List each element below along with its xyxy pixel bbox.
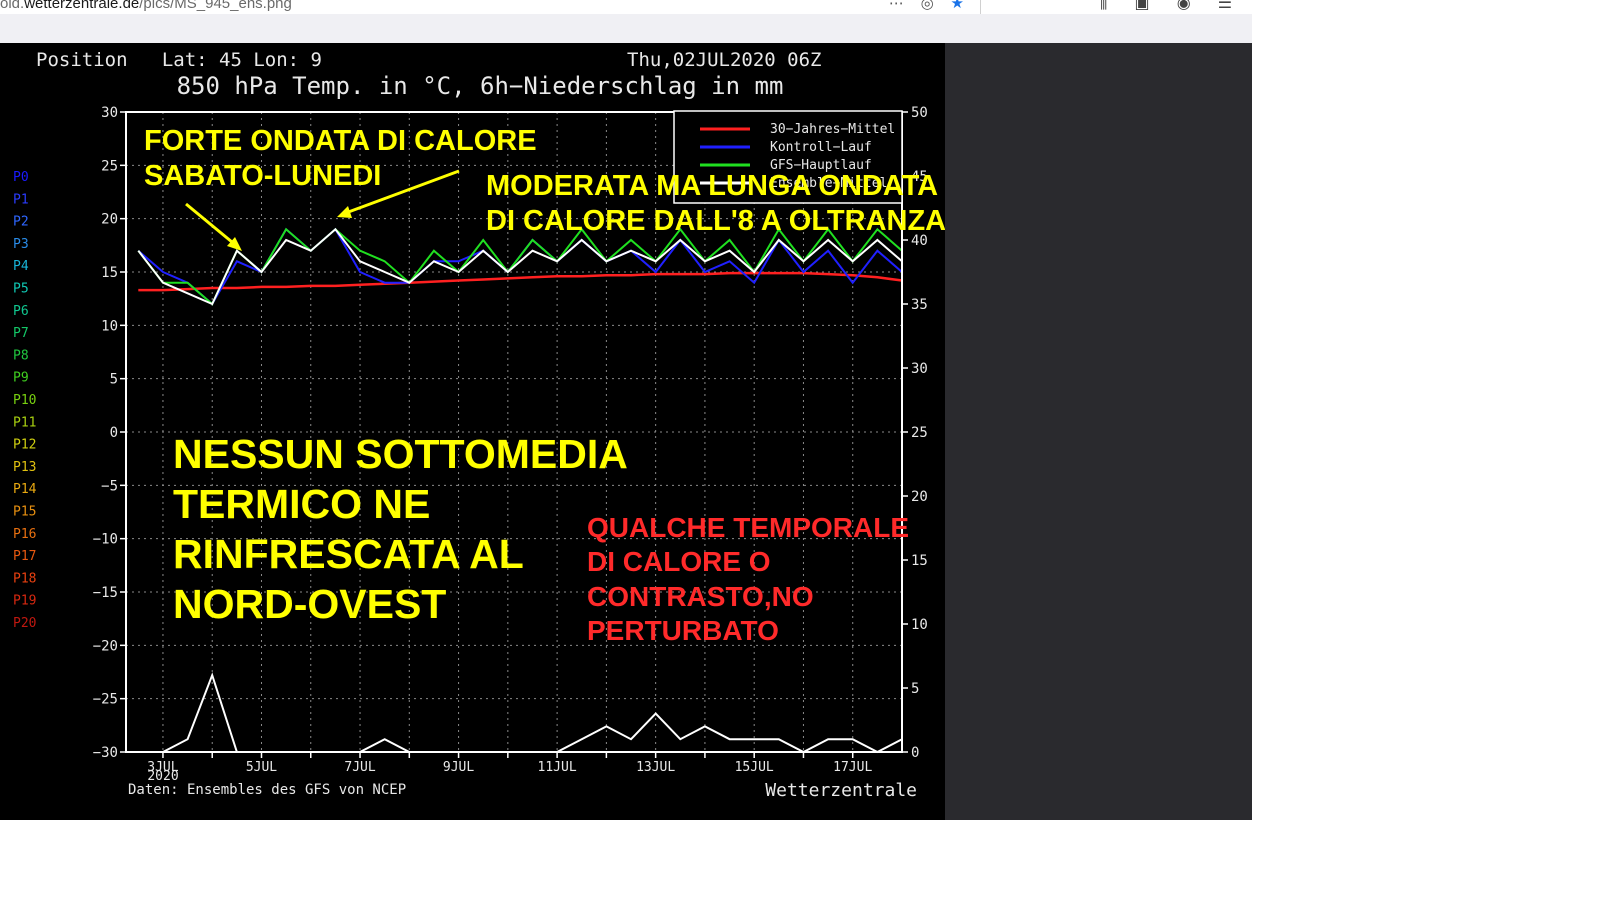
member-label-p18: P18	[13, 571, 36, 586]
annotation-11: PERTURBATO	[587, 615, 779, 646]
member-label-p17: P17	[13, 549, 36, 564]
member-label-p13: P13	[13, 460, 36, 475]
sidebar-icon[interactable]: ▣	[1134, 0, 1149, 12]
member-label-p14: P14	[13, 482, 37, 497]
footer-brand: Wetterzentrale	[765, 780, 917, 801]
y-right-tick-label: 30	[911, 361, 928, 377]
y-right-tick-label: 10	[911, 617, 928, 633]
y-right-tick-label: 15	[911, 553, 928, 569]
annotation-0: FORTE ONDATA DI CALORE	[144, 125, 537, 157]
member-label-p6: P6	[13, 304, 29, 319]
y-left-tick-label: −25	[93, 692, 118, 708]
legend-label-1: Kontroll−Lauf	[770, 140, 872, 155]
y-right-tick-label: 25	[911, 425, 928, 441]
ensemble-chart: Position Lat: 45 Lon: 9 Thu,02JUL2020 06…	[0, 43, 945, 820]
annotation-9: DI CALORE O	[587, 546, 771, 577]
member-label-p11: P11	[13, 415, 36, 430]
footer-source: Daten: Ensembles des GFS von NCEP	[128, 782, 406, 798]
annotation-7: NORD-OVEST	[173, 581, 446, 627]
account-icon[interactable]: ◉	[1177, 0, 1191, 12]
url-path: /pics/MS_945_ens.png	[139, 0, 292, 12]
annotation-4: NESSUN SOTTOMEDIA	[173, 431, 628, 477]
member-label-p1: P1	[13, 192, 29, 207]
y-left-tick-label: −10	[93, 532, 118, 548]
annotation-6: RINFRESCATA AL	[173, 531, 524, 577]
y-left-tick-label: 30	[101, 105, 118, 121]
member-label-p5: P5	[13, 282, 29, 297]
y-left-tick-label: −30	[93, 745, 118, 761]
y-left-tick-label: 5	[110, 372, 118, 388]
member-label-p8: P8	[13, 348, 29, 363]
annotation-2: MODERATA MA LUNGA ONDATA	[486, 170, 938, 202]
bookmark-star-icon[interactable]: ★	[951, 0, 964, 12]
y-left-tick-label: −15	[93, 585, 118, 601]
y-right-tick-label: 35	[911, 297, 928, 313]
member-label-p2: P2	[13, 215, 29, 230]
member-label-p9: P9	[13, 371, 29, 386]
x-tick-label: 17JUL	[833, 760, 872, 775]
x-tick-label: 5JUL	[246, 760, 277, 775]
y-left-tick-label: 25	[101, 158, 118, 174]
y-right-tick-label: 50	[911, 105, 928, 121]
x-tick-label: 15JUL	[735, 760, 774, 775]
annotation-5: TERMICO NE	[173, 481, 430, 527]
library-icon[interactable]: ⫼	[1100, 0, 1107, 12]
member-label-p10: P10	[13, 393, 36, 408]
date-header: Thu,02JUL2020 06Z	[627, 49, 821, 71]
hamburger-menu-icon[interactable]: ☰	[1218, 0, 1232, 12]
legend-label-0: 30−Jahres−Mittel	[770, 122, 895, 137]
chart-title: 850 hPa Temp. in °C, 6h−Niederschlag in …	[177, 72, 784, 100]
annotation-8: QUALCHE TEMPORALE	[587, 512, 909, 543]
y-left-tick-label: 0	[110, 425, 118, 441]
url-host: wetterzentrale.de	[24, 0, 140, 12]
pocket-icon[interactable]: ◎	[921, 0, 934, 12]
member-label-p7: P7	[13, 326, 29, 341]
y-right-tick-label: 20	[911, 489, 928, 505]
member-label-p16: P16	[13, 527, 36, 542]
y-right-tick-label: 5	[911, 681, 919, 697]
y-right-tick-label: 0	[911, 745, 919, 761]
address-bar[interactable]: old.wetterzentrale.de/pics/MS_945_ens.pn…	[0, 0, 981, 15]
y-left-tick-label: 20	[101, 212, 118, 228]
y-left-tick-label: 15	[101, 265, 118, 281]
url-prefix: old.	[0, 0, 25, 12]
x-tick-label: 7JUL	[344, 760, 375, 775]
x-tick-label: 13JUL	[636, 760, 675, 775]
url-text[interactable]: old.wetterzentrale.de/pics/MS_945_ens.pn…	[0, 0, 292, 12]
annotation-3: DI CALORE DALL'8 A OLTRANZA	[486, 205, 945, 237]
y-left-tick-label: −20	[93, 638, 118, 654]
member-label-p0: P0	[13, 170, 29, 185]
x-tick-label: 11JUL	[538, 760, 577, 775]
toolbar-band	[0, 14, 1252, 43]
member-label-p12: P12	[13, 438, 36, 453]
member-label-p15: P15	[13, 505, 36, 520]
member-label-p19: P19	[13, 594, 36, 609]
more-icon[interactable]: ⋯	[889, 0, 904, 12]
position-header: Position Lat: 45 Lon: 9	[36, 49, 322, 71]
y-left-tick-label: 10	[101, 318, 118, 334]
member-label-p20: P20	[13, 616, 36, 631]
annotation-1: SABATO-LUNEDI	[144, 160, 381, 192]
y-left-tick-label: −5	[101, 478, 118, 494]
x-tick-label: 9JUL	[443, 760, 474, 775]
annotation-10: CONTRASTO,NO	[587, 581, 814, 612]
member-label-p4: P4	[13, 259, 29, 274]
member-label-p3: P3	[13, 237, 29, 252]
